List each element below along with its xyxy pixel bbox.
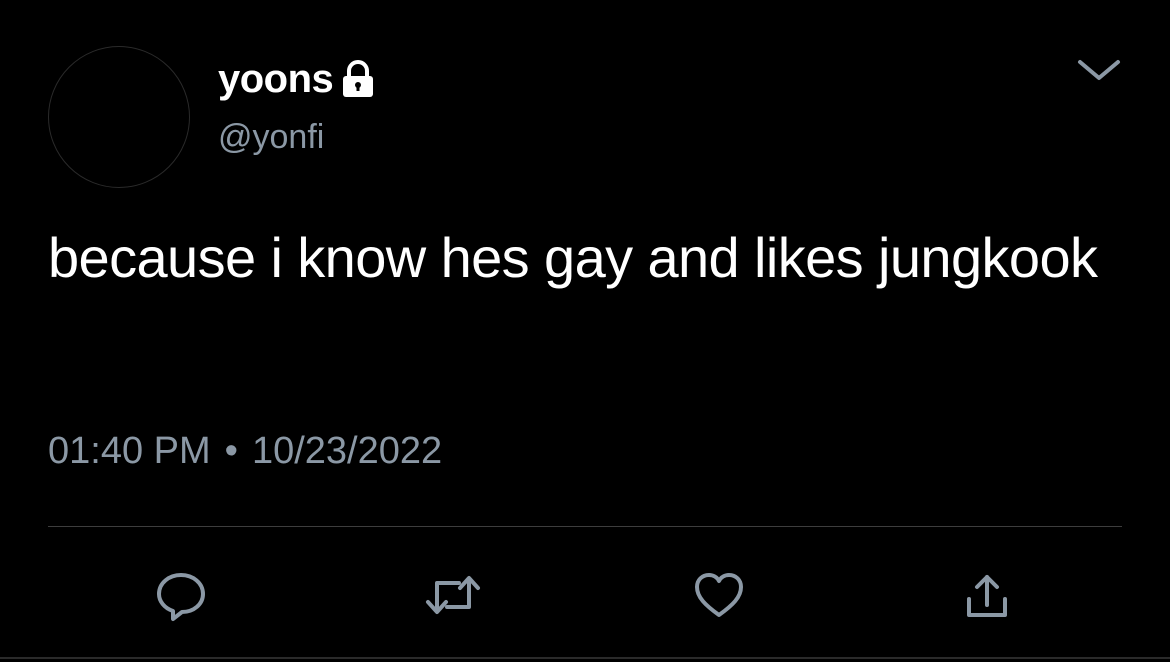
tweet-card: yoons @yonfi because i know hes gay and … [0, 0, 1170, 662]
tweet-date: 10/23/2022 [251, 430, 443, 472]
share-upload-icon [959, 567, 1015, 623]
like-button[interactable] [684, 560, 754, 630]
reply-button[interactable] [146, 560, 216, 630]
user-handle[interactable]: @yonfi [218, 117, 324, 157]
speech-bubble-icon [153, 567, 209, 623]
retweet-button[interactable] [418, 560, 488, 630]
display-name[interactable]: yoons [218, 56, 334, 102]
avatar[interactable] [48, 46, 190, 188]
share-button[interactable] [952, 560, 1022, 630]
chevron-down-icon[interactable] [1074, 54, 1124, 84]
tweet-text: because i know hes gay and likes jungkoo… [48, 226, 1098, 289]
bottom-border [0, 657, 1170, 659]
tweet-actions [0, 560, 1170, 630]
divider [48, 526, 1122, 527]
retweet-arrows-icon [423, 567, 483, 623]
heart-icon [691, 567, 747, 623]
lock-icon [339, 59, 377, 99]
author-name-row: yoons [218, 56, 377, 102]
tweet-time: 01:40 PM [48, 430, 211, 472]
tweet-timestamp[interactable]: 01:40 PM • 10/23/2022 [48, 428, 442, 474]
timestamp-separator: • [224, 430, 238, 472]
